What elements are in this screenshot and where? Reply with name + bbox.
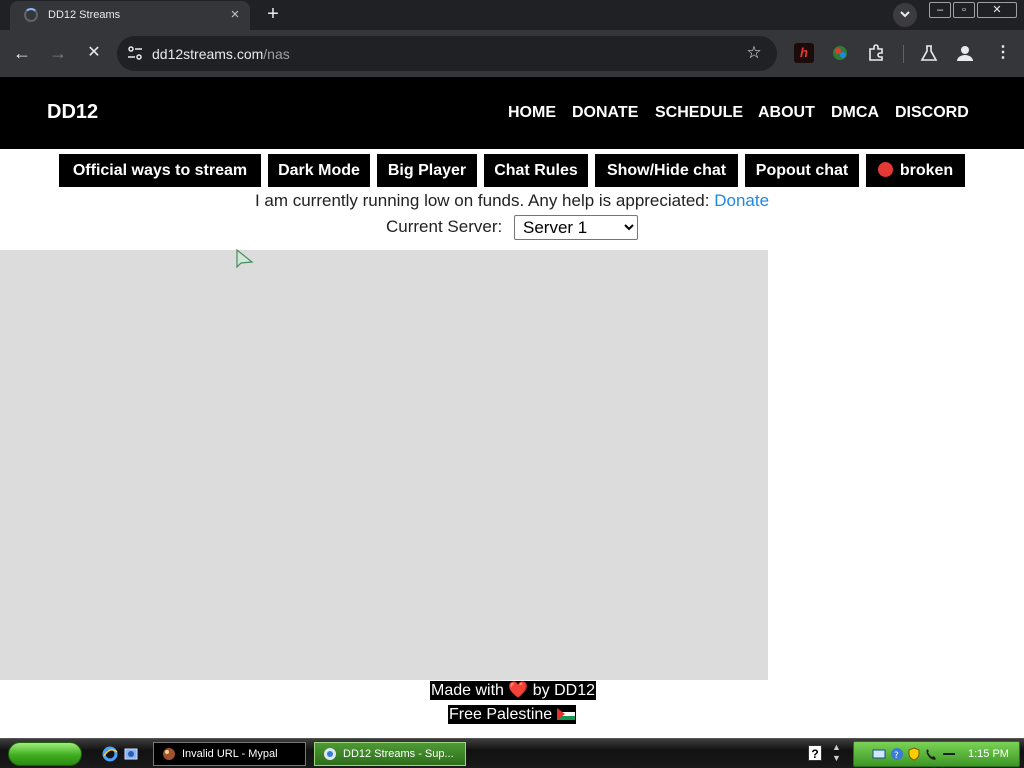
task-mypal[interactable]: Invalid URL - Mypal <box>153 742 306 766</box>
extensions-puzzle-icon[interactable] <box>866 43 886 63</box>
task-dd12-label: DD12 Streams - Sup... <box>343 748 454 760</box>
tab-search-button[interactable] <box>893 3 917 27</box>
tray-expand-icon[interactable]: ▲ ▼ <box>832 742 841 764</box>
footer-free-text: Free Palestine <box>449 706 553 723</box>
server-label: Current Server: <box>386 217 503 236</box>
extension-h-icon[interactable]: h <box>794 43 814 63</box>
task-dd12[interactable]: DD12 Streams - Sup... <box>314 742 466 766</box>
svg-text:?: ? <box>894 751 899 761</box>
browser-tabstrip: DD12 Streams × + – ▫ ✕ <box>0 0 1024 30</box>
toolbar-divider <box>903 45 904 63</box>
mypal-icon <box>163 748 175 760</box>
window-minimize-button[interactable]: – <box>929 2 951 18</box>
nav-about[interactable]: ABOUT <box>758 104 815 122</box>
footer-made-with: Made with ❤️ by DD12 <box>430 681 596 700</box>
footer-free-palestine: Free Palestine <box>448 705 576 724</box>
nav-dmca[interactable]: DMCA <box>831 104 879 122</box>
os-taskbar: Invalid URL - Mypal DD12 Streams - Sup..… <box>0 738 1024 768</box>
official-ways-button[interactable]: Official ways to stream <box>59 154 261 187</box>
nav-donate[interactable]: DONATE <box>572 104 638 122</box>
chat-rules-button[interactable]: Chat Rules <box>484 154 588 187</box>
red-status-dot-icon <box>877 162 893 177</box>
site-info-icon[interactable] <box>127 45 143 61</box>
browser-tab[interactable]: DD12 Streams × <box>10 1 250 30</box>
back-button[interactable]: ← <box>10 41 34 65</box>
browser-task-icon <box>324 748 336 760</box>
url-path: /nas <box>263 46 290 62</box>
address-bar[interactable]: dd12streams.com/nas ☆ <box>117 36 777 71</box>
new-tab-button[interactable]: + <box>262 4 284 26</box>
big-player-button[interactable]: Big Player <box>377 154 477 187</box>
dark-mode-button[interactable]: Dark Mode <box>268 154 370 187</box>
nav-discord[interactable]: DISCORD <box>895 104 969 122</box>
clock[interactable]: 1:15 PM <box>968 748 1009 760</box>
url-domain: dd12streams.com <box>152 46 264 62</box>
start-button[interactable] <box>8 742 82 766</box>
tab-close-icon[interactable]: × <box>226 6 244 24</box>
window-maximize-button[interactable]: ▫ <box>953 2 975 18</box>
video-player[interactable] <box>0 250 768 680</box>
chevron-down-icon <box>900 11 910 18</box>
help-icon[interactable]: ? <box>808 745 822 761</box>
network-icon[interactable] <box>872 747 886 761</box>
nav-home[interactable]: HOME <box>508 104 556 122</box>
site-logo[interactable]: DD12 <box>47 101 98 124</box>
task-mypal-label: Invalid URL - Mypal <box>182 748 278 760</box>
palestine-flag-icon <box>556 708 575 720</box>
footer-made-suffix: by DD12 <box>532 682 595 699</box>
url-text: dd12streams.com/nas <box>152 46 290 62</box>
footer-made-prefix: Made with <box>431 682 504 699</box>
mouse-cursor-icon <box>236 249 254 269</box>
tab-title: DD12 Streams <box>48 9 121 21</box>
security-shield-icon[interactable] <box>907 747 921 761</box>
funds-notice-text: I am currently running low on funds. Any… <box>254 191 710 210</box>
show-hide-chat-button[interactable]: Show/Hide chat <box>595 154 738 187</box>
heart-icon: ❤️ <box>508 682 529 699</box>
labs-flask-icon[interactable] <box>919 43 939 63</box>
status-label: broken <box>899 162 954 179</box>
show-desktop-icon[interactable] <box>123 746 139 762</box>
donate-link[interactable]: Donate <box>714 191 769 210</box>
stop-loading-button[interactable]: ✕ <box>82 41 106 65</box>
extension-globe-icon[interactable] <box>830 43 850 63</box>
server-select[interactable]: Server 1 <box>514 215 638 240</box>
profile-icon[interactable] <box>955 43 975 63</box>
site-header: DD12 HOME DONATE SCHEDULE ABOUT DMCA DIS… <box>0 77 1024 149</box>
browser-menu-icon[interactable]: ⋮ <box>993 43 1013 63</box>
popout-chat-button[interactable]: Popout chat <box>745 154 859 187</box>
update-shield-icon[interactable]: ? <box>890 747 904 761</box>
bookmark-star-icon[interactable]: ☆ <box>744 43 764 63</box>
loading-spinner-icon <box>24 8 38 22</box>
system-tray: ? 1:15 PM <box>853 741 1020 767</box>
volume-icon[interactable] <box>942 747 956 761</box>
forward-button[interactable]: → <box>46 41 70 65</box>
internet-explorer-icon[interactable] <box>102 746 118 762</box>
browser-toolbar: ← → ✕ dd12streams.com/nas ☆ h ⋮ <box>0 30 1024 77</box>
status-broken-button[interactable]: broken <box>866 154 965 187</box>
phone-icon[interactable] <box>924 747 938 761</box>
funds-notice: I am currently running low on funds. Any… <box>0 191 1024 211</box>
window-close-button[interactable]: ✕ <box>977 2 1017 18</box>
nav-schedule[interactable]: SCHEDULE <box>655 104 743 122</box>
